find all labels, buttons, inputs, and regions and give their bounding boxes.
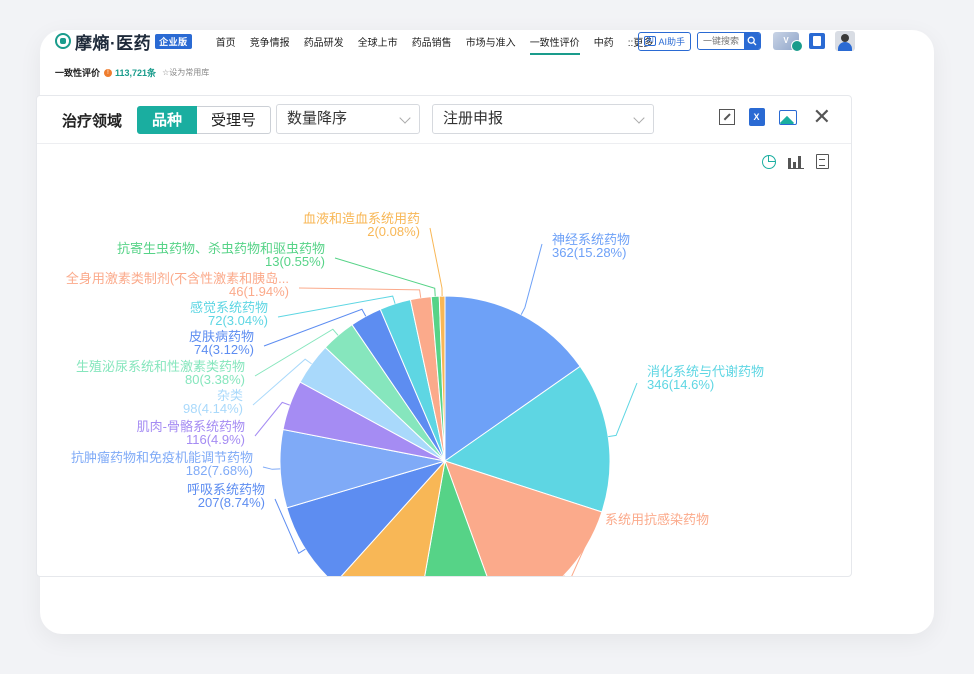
search-icon — [747, 36, 757, 46]
slice-value-label: 74(3.12%) — [194, 342, 254, 357]
slice-value-label: 207(8.74%) — [198, 495, 265, 510]
main-menu: 首页 竞争情报 药品研发 全球上市 药品销售 市场与准入 一致性评价 中药::更多 — [216, 34, 668, 55]
page-title: 一致性评价 — [55, 68, 101, 78]
nav-item[interactable]: 药品研发 — [304, 34, 344, 49]
nav-item[interactable]: 一致性评价 — [529, 34, 580, 55]
nav-right: AI AI助手 V — [638, 28, 855, 54]
slice-value-label: 72(3.04%) — [208, 313, 268, 328]
nav-item[interactable]: 竞争情报 — [250, 34, 290, 49]
pie-chart: 神经系统药物362(15.28%)消化系统与代谢药物346(14.6%)系统用抗… — [66, 211, 764, 576]
slice-value-label: 80(3.38%) — [185, 372, 245, 387]
label-leader-line — [298, 287, 422, 298]
nav-item[interactable]: 全球上市 — [358, 34, 398, 49]
label-leader-line — [520, 243, 543, 315]
slice-label: 系统用抗感染药物 — [605, 512, 709, 527]
label-leader-line — [608, 382, 638, 438]
brand-logo[interactable]: 摩熵·医药 企业版 — [55, 29, 192, 54]
slice-value-label: 362(15.28%) — [552, 245, 626, 260]
search-box — [697, 32, 761, 50]
ai-assistant-label: AI助手 — [658, 36, 685, 47]
slice-value-label: 2(0.08%) — [367, 224, 420, 239]
ai-assistant-button[interactable]: AI AI助手 — [638, 31, 691, 51]
brand-logo-icon — [55, 33, 71, 49]
slice-value-label: 346(14.6%) — [647, 377, 714, 392]
nav-item[interactable]: 药品销售 — [412, 34, 452, 49]
chart-panel: 治疗领域 品种 受理号 数量降序 注册申报 X ✕ 神经系统药物 362(15.2… — [36, 95, 852, 577]
brand-name: 摩熵·医药 — [75, 33, 152, 53]
nav-item[interactable]: 首页 — [216, 34, 236, 49]
vip-icon[interactable]: V — [773, 32, 803, 52]
nav-item[interactable]: 中药 — [594, 34, 614, 49]
avatar[interactable] — [835, 31, 855, 51]
search-input[interactable] — [698, 34, 744, 48]
label-leader-line — [262, 466, 281, 470]
ai-icon: AI — [644, 36, 657, 46]
info-icon[interactable]: ! — [104, 68, 113, 77]
top-nav: 摩熵·医药 企业版 首页 竞争情报 药品研发 全球上市 药品销售 市场与准入 一致性评价 中药… — [55, 28, 855, 55]
favorite-link[interactable]: ☆设为常用库 — [162, 67, 209, 78]
slice-value-label: 116(4.9%) — [186, 432, 245, 447]
search-button[interactable] — [744, 33, 760, 49]
book-icon[interactable] — [809, 33, 825, 49]
edition-badge: 企业版 — [155, 33, 192, 49]
label-leader-line — [429, 227, 443, 297]
sub-header: 一致性评价 ! 113,721条 ☆设为常用库 — [55, 66, 209, 79]
slice-value-label: 13(0.55%) — [265, 254, 325, 269]
slice-value-label: 182(7.68%) — [186, 463, 253, 478]
nav-item[interactable]: 市场与准入 — [466, 34, 516, 49]
slice-value-label: 98(4.14%) — [183, 401, 243, 416]
record-count: 113,721条 — [115, 68, 157, 78]
slice-value-label: 46(1.94%) — [229, 284, 289, 299]
